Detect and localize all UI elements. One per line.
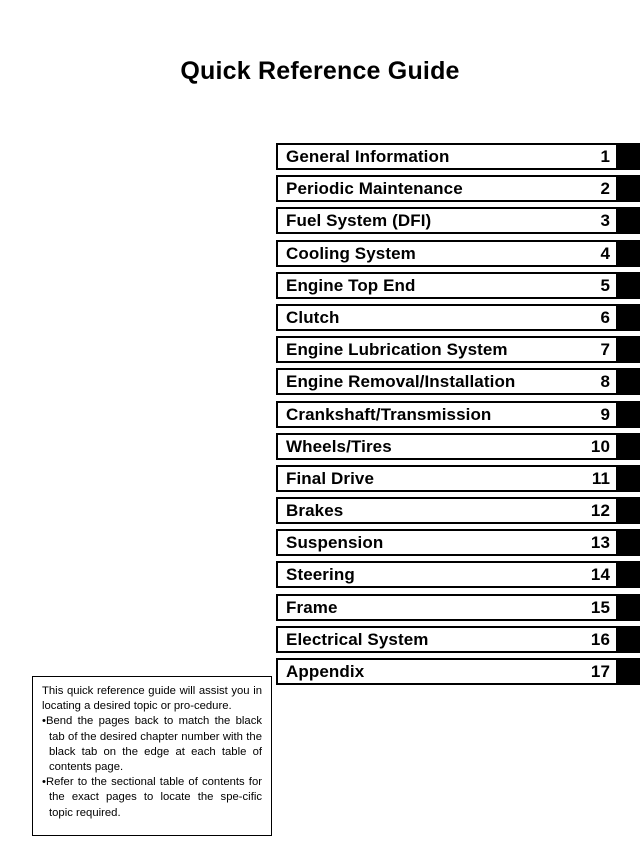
chapter-index-row[interactable]: Appendix 17	[276, 658, 640, 685]
chapter-index-row[interactable]: Engine Removal/Installation 8	[276, 368, 640, 396]
chapter-index-box[interactable]: Frame 15	[276, 593, 618, 621]
chapter-index-box[interactable]: Periodic Maintenance 2	[276, 175, 618, 203]
chapter-number: 4	[600, 243, 610, 263]
chapter-index-box[interactable]: Engine Top End 5	[276, 271, 618, 299]
chapter-title: Electrical System	[286, 629, 429, 649]
black-edge-tab	[618, 175, 640, 203]
chapter-number: 16	[590, 629, 610, 649]
chapter-index-list: General Information 1 Periodic Maintenance…	[276, 143, 640, 690]
chapter-number: 11	[591, 468, 610, 488]
chapter-number: 9	[600, 404, 610, 424]
black-edge-tab	[618, 561, 640, 589]
chapter-index-box[interactable]: Final Drive 11	[276, 464, 618, 492]
chapter-title: Final Drive	[286, 468, 375, 488]
chapter-index-box[interactable]: Engine Removal/Installation 8	[276, 368, 618, 396]
chapter-title: Brakes	[286, 501, 344, 521]
chapter-title: Cooling System	[286, 243, 416, 263]
black-edge-tab	[618, 593, 640, 621]
chapter-number: 17	[590, 662, 610, 681]
chapter-index-box[interactable]: Brakes 12	[276, 497, 618, 525]
black-edge-tab	[618, 207, 640, 235]
chapter-index-row[interactable]: Brakes 12	[276, 497, 640, 525]
chapter-index-row[interactable]: Periodic Maintenance 2	[276, 175, 640, 203]
chapter-index-box[interactable]: General Information 1	[276, 143, 618, 170]
note-intro-paragraph: This quick reference guide will assist y…	[42, 685, 262, 713]
chapter-index-row[interactable]: Steering 14	[276, 561, 640, 589]
black-edge-tab	[618, 303, 640, 331]
black-edge-tab	[618, 658, 640, 685]
chapter-number: 5	[600, 275, 610, 295]
chapter-index-row[interactable]: Engine Lubrication System 7	[276, 336, 640, 364]
chapter-title: Engine Removal/Installation	[286, 372, 516, 392]
chapter-index-row[interactable]: Engine Top End 5	[276, 271, 640, 299]
chapter-title: Periodic Maintenance	[286, 179, 463, 199]
chapter-number: 6	[600, 307, 610, 327]
chapter-index-box[interactable]: Crankshaft/Transmission 9	[276, 400, 618, 428]
chapter-title: Wheels/Tires	[286, 436, 392, 456]
chapter-number: 8	[600, 372, 610, 392]
chapter-index-row[interactable]: Final Drive 11	[276, 464, 640, 492]
chapter-title: Appendix	[286, 662, 365, 681]
chapter-title: Clutch	[286, 307, 340, 327]
chapter-number: 15	[590, 597, 610, 617]
chapter-number: 12	[590, 501, 610, 521]
chapter-index-box[interactable]: Engine Lubrication System 7	[276, 336, 618, 364]
chapter-index-box[interactable]: Clutch 6	[276, 303, 618, 331]
black-edge-tab	[618, 432, 640, 460]
black-edge-tab	[618, 143, 640, 170]
chapter-index-box[interactable]: Suspension 13	[276, 529, 618, 557]
chapter-number: 3	[600, 211, 610, 231]
chapter-index-row[interactable]: Wheels/Tires 10	[276, 432, 640, 460]
instructions-note-box: This quick reference guide will assist y…	[32, 676, 272, 836]
chapter-index-box[interactable]: Wheels/Tires 10	[276, 432, 618, 460]
chapter-title: Engine Lubrication System	[286, 340, 508, 360]
chapter-title: Steering	[286, 565, 355, 585]
chapter-index-row[interactable]: Electrical System 16	[276, 625, 640, 653]
black-edge-tab	[618, 464, 640, 492]
chapter-index-box[interactable]: Fuel System (DFI) 3	[276, 207, 618, 235]
black-edge-tab	[618, 400, 640, 428]
chapter-index-row[interactable]: Clutch 6	[276, 303, 640, 331]
chapter-number: 2	[600, 179, 610, 199]
chapter-index-row[interactable]: General Information 1	[276, 143, 640, 170]
chapter-title: Suspension	[286, 533, 384, 553]
chapter-number: 13	[590, 533, 610, 553]
chapter-number: 14	[590, 565, 610, 585]
chapter-index-row[interactable]: Crankshaft/Transmission 9	[276, 400, 640, 428]
chapter-index-row[interactable]: Suspension 13	[276, 529, 640, 557]
chapter-index-box[interactable]: Steering 14	[276, 561, 618, 589]
chapter-index-row[interactable]: Frame 15	[276, 593, 640, 621]
chapter-number: 1	[600, 147, 610, 166]
chapter-number: 10	[590, 436, 610, 456]
note-bullet-item: •Bend the pages back to match the black …	[42, 715, 262, 774]
black-edge-tab	[618, 625, 640, 653]
chapter-number: 7	[600, 340, 610, 360]
note-bullet-item: •Refer to the sectional table of content…	[42, 776, 262, 819]
black-edge-tab	[618, 271, 640, 299]
chapter-index-box[interactable]: Cooling System 4	[276, 239, 618, 267]
chapter-index-row[interactable]: Cooling System 4	[276, 239, 640, 267]
black-edge-tab	[618, 336, 640, 364]
black-edge-tab	[618, 529, 640, 557]
chapter-title: General Information	[286, 147, 450, 166]
chapter-index-box[interactable]: Electrical System 16	[276, 625, 618, 653]
chapter-title: Engine Top End	[286, 275, 416, 295]
page-title: Quick Reference Guide	[180, 57, 460, 85]
chapter-title: Crankshaft/Transmission	[286, 404, 492, 424]
chapter-index-box[interactable]: Appendix 17	[276, 658, 618, 685]
black-edge-tab	[618, 368, 640, 396]
chapter-index-row[interactable]: Fuel System (DFI) 3	[276, 207, 640, 235]
black-edge-tab	[618, 239, 640, 267]
chapter-title: Fuel System (DFI)	[286, 211, 432, 231]
chapter-title: Frame	[286, 597, 338, 617]
black-edge-tab	[618, 497, 640, 525]
